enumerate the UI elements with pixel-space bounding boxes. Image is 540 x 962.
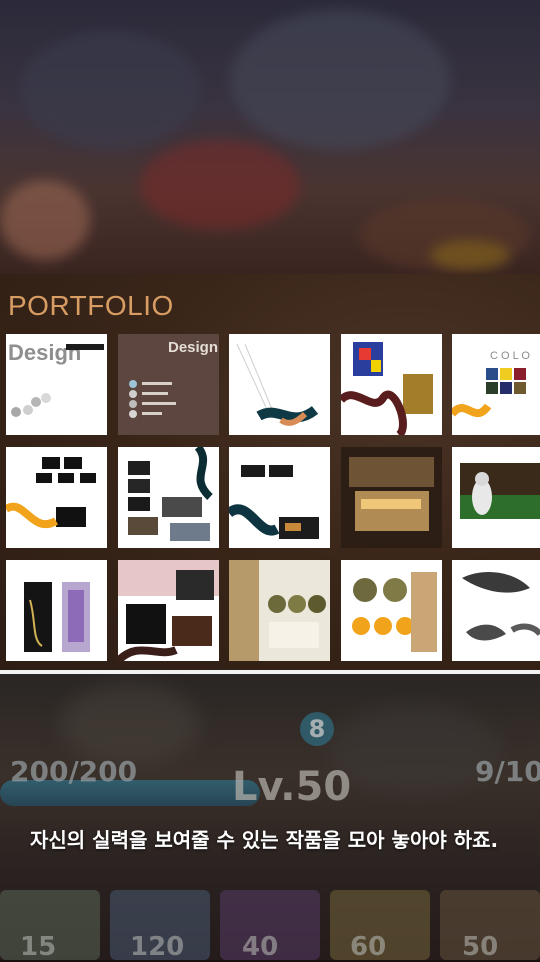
portfolio-thumbnail-1[interactable]: Design [6,334,107,435]
thumbnail-3-art [229,334,330,435]
portfolio-title: PORTFOLIO [8,290,174,321]
hp-right-text: 9/10 [475,755,540,788]
portfolio-thumbnail-11[interactable] [6,560,107,661]
portfolio-thumbnail-8[interactable] [229,447,330,548]
portfolio-thumbnail-10[interactable] [452,447,540,548]
portfolio-thumbnail-15[interactable] [452,560,540,661]
thumbnail-14-art [341,560,442,661]
hp-left-text: 200/200 [10,755,138,788]
thumbnail-4-art [341,334,442,435]
thumbnail-12-art [118,560,219,661]
portfolio-thumbnail-12[interactable] [118,560,219,661]
card-4-count: 60 [350,932,387,962]
thumbnail-6-art [6,447,107,548]
thumbnail-11-art [6,560,107,661]
thumbnail-8-art [229,447,330,548]
card-5-count: 50 [462,932,499,962]
thumbnail-7-art [118,447,219,548]
level-text: Lv.50 [232,764,352,810]
card-2-count: 120 [130,932,185,962]
notification-badge: 8 [300,712,334,746]
portfolio-thumbnail-14[interactable] [341,560,442,661]
portfolio-thumbnail-9[interactable] [341,447,442,548]
card-3-count: 40 [242,932,279,962]
thumbnail-15-art [452,560,540,661]
portfolio-thumbnail-3[interactable] [229,334,330,435]
caption-text: 자신의 실력을 보여줄 수 있는 작품을 모아 놓아야 하죠. [30,828,499,852]
thumbnail-13-art [229,560,330,661]
thumbnail-10-art [452,447,540,548]
character-cards: 15 120 40 60 50 [0,890,540,962]
thumbnail-2-text: Design [168,339,218,356]
thumbnail-2-art: Design [118,334,219,435]
portfolio-thumbnail-4[interactable] [341,334,442,435]
portfolio-thumbnail-7[interactable] [118,447,219,548]
thumbnail-5-art: C O L O [452,334,540,435]
thumbnail-5-text: C O L O [490,350,530,362]
portfolio-thumbnail-5[interactable]: C O L O [452,334,540,435]
thumbnail-9-art [341,447,442,548]
top-background-scene [0,0,540,274]
card-1-count: 15 [20,932,57,962]
portfolio-thumbnail-13[interactable] [229,560,330,661]
portfolio-thumbnail-2[interactable]: Design [118,334,219,435]
thumbnail-1-text: Design [8,340,81,365]
thumbnail-1-art: Design [6,334,107,435]
portfolio-thumbnail-6[interactable] [6,447,107,548]
